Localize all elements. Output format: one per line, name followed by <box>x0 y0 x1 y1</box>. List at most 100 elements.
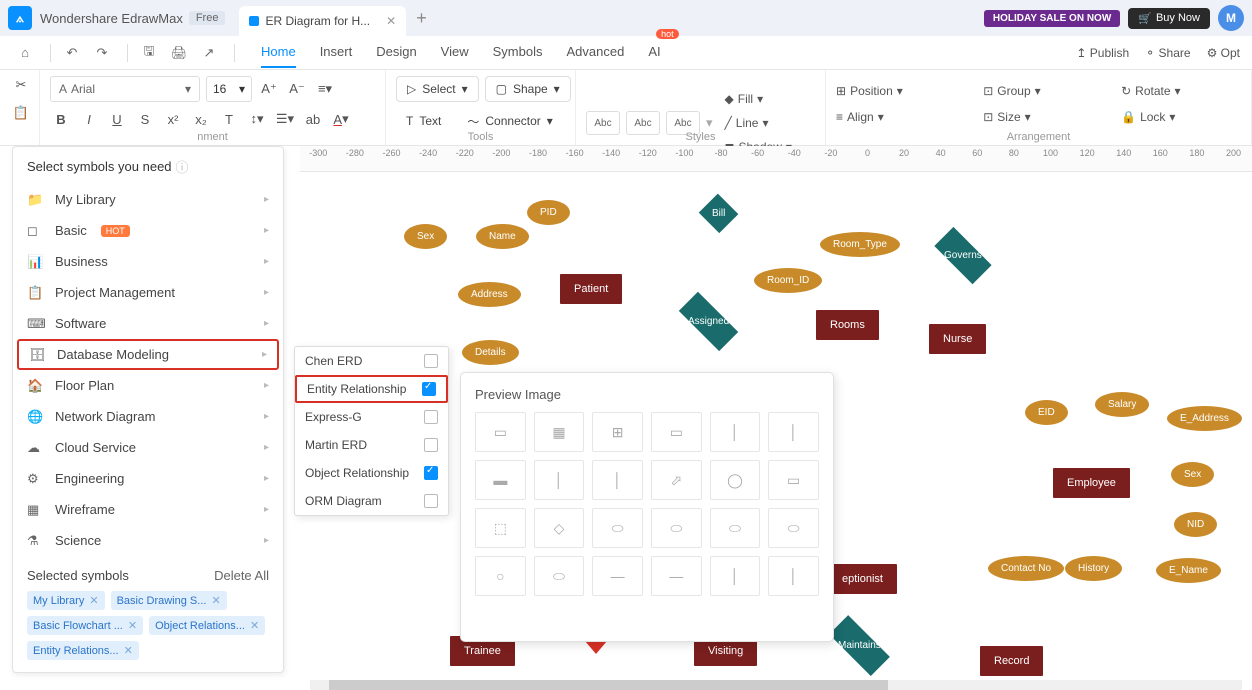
add-tab-button[interactable]: + <box>416 8 427 29</box>
er-relationship[interactable]: Governs <box>934 227 991 284</box>
sup-icon[interactable]: x² <box>162 108 184 130</box>
er-attribute[interactable]: Name <box>476 224 529 249</box>
category-item[interactable]: 🌐Network Diagram▸ <box>13 401 283 432</box>
share-button[interactable]: ⚬ Share <box>1145 46 1190 60</box>
category-item[interactable]: 📋Project Management▸ <box>13 277 283 308</box>
export-icon[interactable]: ↗ <box>196 40 222 66</box>
symbol-preview[interactable]: ⊞ <box>592 412 643 452</box>
symbol-preview[interactable]: ⬭ <box>768 508 819 548</box>
decrease-font-icon[interactable]: A⁻ <box>286 78 308 100</box>
tab-ai[interactable]: AIhot <box>648 37 660 68</box>
er-attribute[interactable]: Contact No <box>988 556 1064 581</box>
symbol-preview[interactable]: ▭ <box>475 412 526 452</box>
shape-button[interactable]: ▢ Shape ▾ <box>485 76 571 102</box>
tab-advanced[interactable]: Advanced <box>566 37 624 68</box>
er-entity[interactable]: Nurse <box>929 324 986 354</box>
avatar[interactable]: M <box>1218 5 1244 31</box>
submenu-item[interactable]: Martin ERD <box>295 431 448 459</box>
symbol-preview[interactable]: ▭ <box>651 412 702 452</box>
save-icon[interactable]: 🖫 <box>136 40 162 66</box>
submenu-item[interactable]: Express-G <box>295 403 448 431</box>
symbol-preview[interactable]: ◯ <box>710 460 761 500</box>
text-button[interactable]: T Text <box>396 108 451 134</box>
selected-tag[interactable]: My Library✕ <box>27 591 105 610</box>
cut-icon[interactable]: ✂ <box>10 74 32 96</box>
fill-button[interactable]: ◆ Fill▾ <box>725 88 792 110</box>
close-icon[interactable]: ✕ <box>89 594 98 607</box>
checkbox[interactable] <box>424 438 438 452</box>
home-icon[interactable]: ⌂ <box>12 40 38 66</box>
er-attribute[interactable]: Room_Type <box>820 232 900 257</box>
checkbox[interactable] <box>424 354 438 368</box>
bold-icon[interactable]: B <box>50 108 72 130</box>
er-attribute[interactable]: Details <box>462 340 519 365</box>
submenu-item[interactable]: Entity Relationship <box>295 375 448 403</box>
options-button[interactable]: ⚙ Opt <box>1207 46 1240 60</box>
er-attribute[interactable]: Room_ID <box>754 268 822 293</box>
symbol-preview[interactable]: — <box>592 556 643 596</box>
category-item[interactable]: 📁My Library▸ <box>13 184 283 215</box>
symbol-preview[interactable]: │ <box>710 556 761 596</box>
buy-button[interactable]: 🛒Buy Now <box>1128 8 1210 29</box>
selected-tag[interactable]: Object Relations...✕ <box>149 616 265 635</box>
symbol-preview[interactable]: ⬚ <box>475 508 526 548</box>
tab-view[interactable]: View <box>441 37 469 68</box>
er-attribute[interactable]: Sex <box>404 224 447 249</box>
submenu-item[interactable]: Object Relationship <box>295 459 448 487</box>
symbol-preview[interactable]: ⬭ <box>651 508 702 548</box>
tab-design[interactable]: Design <box>376 37 416 68</box>
symbol-preview[interactable]: ▦ <box>534 412 585 452</box>
symbol-preview[interactable]: ○ <box>475 556 526 596</box>
select-button[interactable]: ▷ Select ▾ <box>396 76 479 102</box>
fontcolor-icon[interactable]: A▾ <box>330 108 352 130</box>
selected-tag[interactable]: Entity Relations...✕ <box>27 641 139 660</box>
close-icon[interactable]: ✕ <box>250 619 259 632</box>
lock-button[interactable]: 🔒 Lock▾ <box>1121 106 1241 128</box>
symbol-preview[interactable]: │ <box>768 556 819 596</box>
er-relationship[interactable]: Assigned <box>679 292 738 351</box>
underline-icon[interactable]: U <box>106 108 128 130</box>
print-icon[interactable]: 🖨 <box>166 40 192 66</box>
size-select[interactable]: 16▾ <box>206 76 252 102</box>
er-attribute[interactable]: History <box>1065 556 1122 581</box>
style-preset[interactable]: Abc <box>626 111 660 135</box>
category-item[interactable]: ⚗Science▸ <box>13 525 283 556</box>
er-entity[interactable]: Employee <box>1053 468 1130 498</box>
promo-banner[interactable]: HOLIDAY SALE ON NOW <box>984 10 1120 27</box>
publish-button[interactable]: ↥ Publish <box>1076 46 1129 60</box>
symbol-preview[interactable]: ◇ <box>534 508 585 548</box>
er-relationship[interactable]: Maintains <box>829 615 890 676</box>
category-item[interactable]: ⌨Software▸ <box>13 308 283 339</box>
category-item[interactable]: 🗄Database Modeling▸ <box>17 339 279 370</box>
close-icon[interactable]: ✕ <box>386 14 396 28</box>
er-attribute[interactable]: E_Address <box>1167 406 1242 431</box>
align-icon[interactable]: ≡▾ <box>314 78 336 100</box>
symbol-preview[interactable]: ⬀ <box>651 460 702 500</box>
er-attribute[interactable]: PID <box>527 200 570 225</box>
er-attribute[interactable]: NID <box>1174 512 1217 537</box>
bullets-icon[interactable]: ☰▾ <box>274 108 296 130</box>
position-button[interactable]: ⊞ Position▾ <box>836 80 963 102</box>
category-item[interactable]: 📊Business▸ <box>13 246 283 277</box>
spacing-icon[interactable]: ↕▾ <box>246 108 268 130</box>
checkbox[interactable] <box>424 410 438 424</box>
er-entity[interactable]: Record <box>980 646 1043 676</box>
style-preset[interactable]: Abc <box>586 111 620 135</box>
selected-tag[interactable]: Basic Flowchart ...✕ <box>27 616 143 635</box>
category-item[interactable]: ▦Wireframe▸ <box>13 494 283 525</box>
tab-symbols[interactable]: Symbols <box>493 37 543 68</box>
selected-tag[interactable]: Basic Drawing S...✕ <box>111 591 227 610</box>
line-button[interactable]: ╱ Line▾ <box>725 112 792 134</box>
er-attribute[interactable]: E_Name <box>1156 558 1221 583</box>
er-attribute[interactable]: Sex <box>1171 462 1214 487</box>
symbol-preview[interactable]: │ <box>710 412 761 452</box>
checkbox[interactable] <box>422 382 436 396</box>
er-attribute[interactable]: Salary <box>1095 392 1149 417</box>
document-tab[interactable]: ER Diagram for H... ✕ <box>239 6 406 36</box>
tab-insert[interactable]: Insert <box>320 37 353 68</box>
symbol-preview[interactable]: │ <box>768 412 819 452</box>
delete-all-button[interactable]: Delete All <box>214 568 269 583</box>
symbol-preview[interactable]: ⬭ <box>710 508 761 548</box>
increase-font-icon[interactable]: A⁺ <box>258 78 280 100</box>
rotate-button[interactable]: ↻ Rotate▾ <box>1121 80 1241 102</box>
